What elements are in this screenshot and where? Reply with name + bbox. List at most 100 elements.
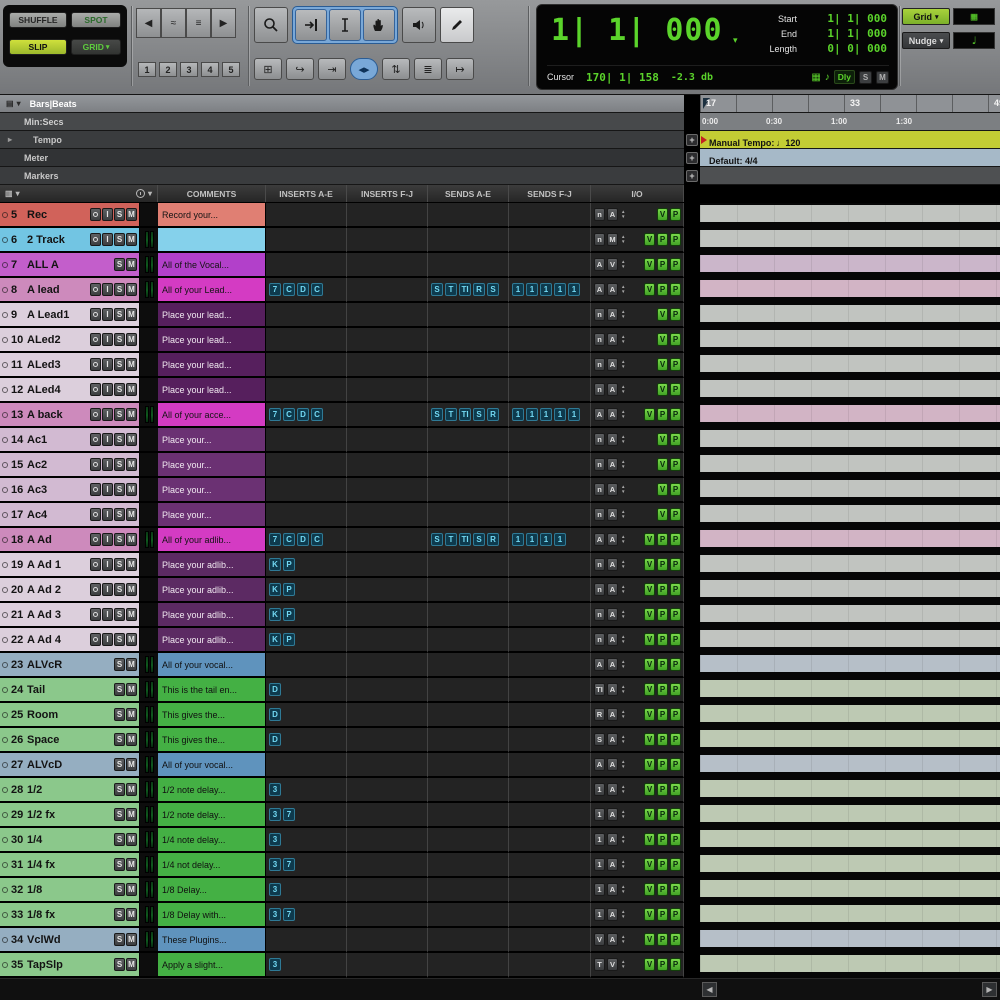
main-counter-dropdown-icon[interactable]: ▾ <box>733 35 738 46</box>
sends-f-j-cell[interactable] <box>509 578 591 603</box>
volume-button[interactable]: V <box>644 533 655 546</box>
insert-plugin-button[interactable]: D <box>269 708 281 721</box>
track-name-cell[interactable]: 19A Ad 1ISM <box>0 553 140 578</box>
mute-button[interactable]: M <box>126 533 137 546</box>
volume-button[interactable]: V <box>644 908 655 921</box>
io-output-button[interactable]: A <box>607 708 618 721</box>
mute-button[interactable]: M <box>126 633 137 646</box>
ruler-band-minsec[interactable]: 0:000:301:001:30 <box>700 113 1000 131</box>
io-input-button[interactable]: A <box>594 258 605 271</box>
sends-f-j-cell[interactable] <box>509 803 591 828</box>
io-output-button[interactable]: A <box>607 508 618 521</box>
sends-f-j-cell[interactable] <box>509 853 591 878</box>
io-cell[interactable]: AA▲▼VPP <box>591 528 684 553</box>
io-input-button[interactable]: n <box>594 508 605 521</box>
solo-button[interactable]: S <box>114 508 125 521</box>
io-updown-icon[interactable]: ▲▼ <box>621 760 625 769</box>
sends-f-j-cell[interactable] <box>509 503 591 528</box>
io-input-button[interactable]: 1 <box>594 833 605 846</box>
io-cell[interactable]: nA▲▼VPP <box>591 628 684 653</box>
sends-a-e-cell[interactable] <box>428 678 509 703</box>
track-name-cell[interactable]: 20A Ad 2ISM <box>0 578 140 603</box>
inserts-f-j-cell[interactable] <box>347 728 428 753</box>
pan-button[interactable]: P <box>670 383 681 396</box>
track-comment-cell[interactable]: All of your vocal... <box>158 653 266 678</box>
global-solo-button[interactable]: S <box>859 71 872 84</box>
track-name-cell[interactable]: 8A leadISM <box>0 278 140 303</box>
zoom-preset-2-button[interactable]: 2 <box>159 62 177 77</box>
track-comment-cell[interactable]: This gives the... <box>158 728 266 753</box>
pan-right-button[interactable]: P <box>670 658 681 671</box>
sends-a-e-cell[interactable] <box>428 853 509 878</box>
io-input-button[interactable]: n <box>594 383 605 396</box>
track-comment-cell[interactable]: Place your lead... <box>158 303 266 328</box>
io-output-button[interactable]: A <box>607 683 618 696</box>
io-output-button[interactable]: A <box>607 933 618 946</box>
sends-f-j-cell[interactable] <box>509 728 591 753</box>
volume-button[interactable]: V <box>644 933 655 946</box>
insert-plugin-button[interactable]: 7 <box>269 533 281 546</box>
timeline-lane[interactable] <box>700 603 1000 628</box>
pan-button[interactable]: P <box>670 208 681 221</box>
mute-button[interactable]: M <box>126 458 137 471</box>
solo-button[interactable]: S <box>114 633 125 646</box>
io-input-button[interactable]: T <box>594 958 605 971</box>
volume-button[interactable]: V <box>644 608 655 621</box>
insert-plugin-button[interactable]: P <box>283 583 295 596</box>
io-output-button[interactable]: M <box>607 233 618 246</box>
sends-f-j-cell[interactable] <box>509 653 591 678</box>
insert-plugin-button[interactable]: D <box>269 683 281 696</box>
sends-f-j-cell[interactable] <box>509 353 591 378</box>
global-mute-button[interactable]: M <box>876 71 889 84</box>
pan-button[interactable]: P <box>657 583 668 596</box>
io-updown-icon[interactable]: ▲▼ <box>621 235 625 244</box>
send-slot-button[interactable]: S <box>431 533 443 546</box>
send-slot-button[interactable]: 1 <box>512 283 524 296</box>
scrubber-tool-button[interactable] <box>402 7 436 43</box>
timeline-lane[interactable] <box>700 328 1000 353</box>
zoom-preset-3-button[interactable]: 3 <box>180 62 198 77</box>
track-comment-cell[interactable]: Place your lead... <box>158 378 266 403</box>
volume-button[interactable]: V <box>657 308 668 321</box>
volume-button[interactable]: V <box>644 583 655 596</box>
solo-button[interactable]: S <box>114 733 125 746</box>
io-output-button[interactable]: A <box>607 608 618 621</box>
inserts-f-j-cell[interactable] <box>347 253 428 278</box>
track-name-cell[interactable]: 5RecISM <box>0 203 140 228</box>
solo-button[interactable]: S <box>114 908 125 921</box>
audio-waveform-zoom-button[interactable]: ≈ <box>161 8 186 38</box>
mute-button[interactable]: M <box>126 708 137 721</box>
tab-to-transient-button[interactable]: ↪ <box>286 58 314 80</box>
track-comment-cell[interactable]: Place your lead... <box>158 328 266 353</box>
inserts-a-e-cell[interactable] <box>266 653 347 678</box>
send-slot-button[interactable]: T <box>445 283 457 296</box>
pan-right-button[interactable]: P <box>670 933 681 946</box>
input-monitor-button[interactable]: I <box>102 333 113 346</box>
insert-plugin-button[interactable]: 3 <box>269 808 281 821</box>
mute-button[interactable]: M <box>126 508 137 521</box>
io-cell[interactable]: nA▲▼VPP <box>591 578 684 603</box>
io-input-button[interactable]: A <box>594 758 605 771</box>
input-monitor-button[interactable]: I <box>102 233 113 246</box>
pan-right-button[interactable]: P <box>670 908 681 921</box>
insert-plugin-button[interactable]: K <box>269 558 281 571</box>
ruler-label-bars[interactable]: ▤▾Bars|Beats <box>0 95 684 113</box>
io-updown-icon[interactable]: ▲▼ <box>621 485 625 494</box>
inserts-a-e-cell[interactable] <box>266 478 347 503</box>
volume-button[interactable]: V <box>644 708 655 721</box>
volume-button[interactable]: V <box>657 508 668 521</box>
inserts-f-j-cell[interactable] <box>347 403 428 428</box>
track-name-cell[interactable]: 9A Lead1ISM <box>0 303 140 328</box>
track-name-cell[interactable]: 7ALL ASM <box>0 253 140 278</box>
io-updown-icon[interactable]: ▲▼ <box>621 660 625 669</box>
inserts-a-e-cell[interactable] <box>266 378 347 403</box>
insert-plugin-button[interactable]: K <box>269 633 281 646</box>
grabber-tool-button[interactable] <box>363 9 395 41</box>
insert-plugin-button[interactable]: P <box>283 633 295 646</box>
insert-plugin-button[interactable]: C <box>311 283 323 296</box>
volume-button[interactable]: V <box>644 558 655 571</box>
solo-button[interactable]: S <box>114 958 125 971</box>
io-input-button[interactable]: TI <box>594 683 605 696</box>
io-output-button[interactable]: A <box>607 858 618 871</box>
io-cell[interactable]: 1A▲▼VPP <box>591 828 684 853</box>
